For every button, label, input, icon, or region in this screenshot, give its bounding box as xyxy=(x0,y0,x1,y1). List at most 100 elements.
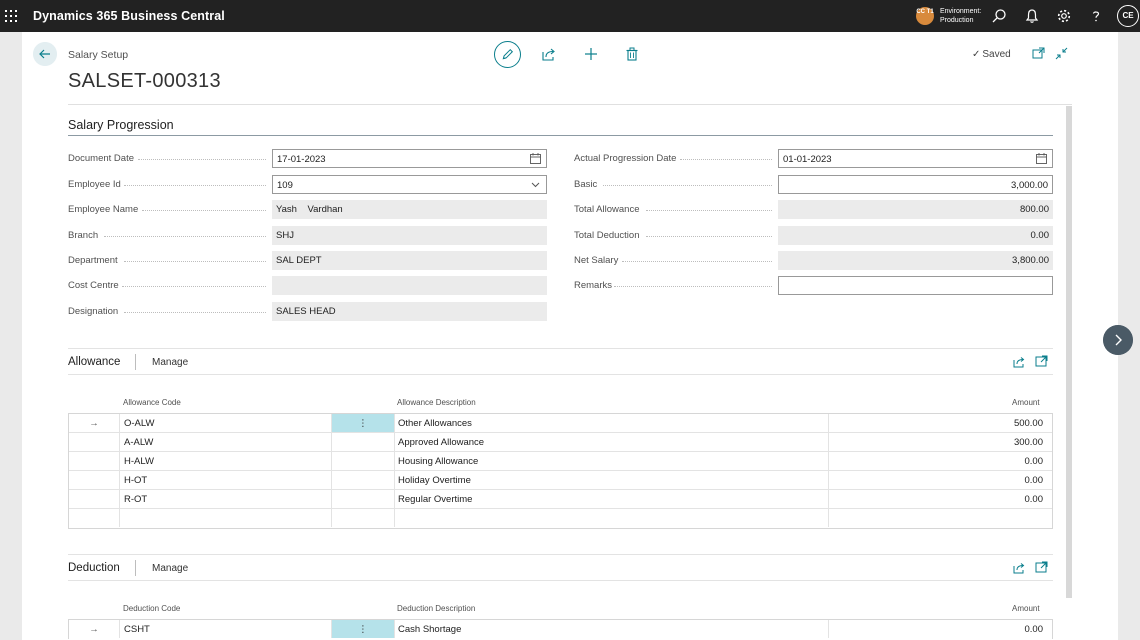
app-title[interactable]: Dynamics 365 Business Central xyxy=(33,9,225,23)
leader-dots xyxy=(124,185,266,186)
allowance-code-cell[interactable]: H-OT xyxy=(120,471,332,489)
trash-icon[interactable] xyxy=(624,46,640,62)
section-title-salary-progression[interactable]: Salary Progression xyxy=(68,118,174,132)
allowance-description-cell[interactable]: Other Allowances xyxy=(395,414,829,432)
vertical-scrollbar[interactable] xyxy=(1066,106,1072,598)
table-row[interactable]: H-OT Holiday Overtime 0.00 xyxy=(69,471,1052,490)
deduction-code-column-header[interactable]: Deduction Code xyxy=(123,604,180,613)
waffle-icon[interactable] xyxy=(5,10,17,22)
amount-cell[interactable]: 0.00 xyxy=(829,620,1052,638)
deduction-manage-button[interactable]: Manage xyxy=(152,563,188,574)
allowance-description-cell[interactable]: Housing Allowance xyxy=(395,452,829,470)
row-menu-button[interactable] xyxy=(332,452,395,470)
allowance-code-cell[interactable]: O-ALW xyxy=(120,414,332,432)
table-row[interactable]: → CSHT ⋮ Cash Shortage 0.00 xyxy=(69,620,1052,639)
row-menu-button[interactable] xyxy=(332,509,395,527)
row-selector[interactable] xyxy=(69,509,120,527)
allowance-description-cell[interactable]: Approved Allowance xyxy=(395,433,829,451)
environment-badge[interactable]: CC T1 xyxy=(916,7,934,25)
row-selector[interactable]: → xyxy=(69,620,120,638)
deduction-description-cell[interactable]: Cash Shortage xyxy=(395,620,829,638)
share-icon[interactable] xyxy=(1013,561,1026,574)
deduction-grid: → CSHT ⋮ Cash Shortage 0.00 xyxy=(68,619,1053,639)
expand-icon[interactable] xyxy=(1035,355,1048,368)
amount-cell[interactable]: 500.00 xyxy=(829,414,1052,432)
calendar-icon[interactable] xyxy=(1036,153,1047,164)
row-menu-button[interactable]: ⋮ xyxy=(332,414,395,432)
deduction-description-column-header[interactable]: Deduction Description xyxy=(397,604,475,613)
allowance-description-cell[interactable] xyxy=(395,509,829,527)
amount-column-header[interactable]: Amount xyxy=(1012,604,1040,613)
avatar[interactable]: CE xyxy=(1117,5,1139,27)
employee-id-value: 109 xyxy=(277,180,293,191)
page-card xyxy=(22,32,1118,640)
allowance-code-cell[interactable] xyxy=(120,509,332,527)
help-icon[interactable] xyxy=(1088,8,1104,24)
gear-icon[interactable] xyxy=(1056,8,1072,24)
table-row[interactable]: → O-ALW ⋮ Other Allowances 500.00 xyxy=(69,414,1052,433)
chevron-right-icon[interactable] xyxy=(1103,325,1133,355)
calendar-icon[interactable] xyxy=(530,153,541,164)
amount-column-header[interactable]: Amount xyxy=(1012,398,1040,407)
table-row[interactable]: A-ALW Approved Allowance 300.00 xyxy=(69,433,1052,452)
table-row-empty[interactable] xyxy=(69,509,1052,528)
amount-cell[interactable]: 0.00 xyxy=(829,452,1052,470)
share-icon[interactable] xyxy=(541,46,557,62)
remarks-field[interactable] xyxy=(778,276,1053,295)
basic-field[interactable]: 3,000.00 xyxy=(778,175,1053,194)
page-title: SALSET-000313 xyxy=(68,70,221,92)
amount-cell[interactable] xyxy=(829,509,1052,527)
collapse-icon[interactable] xyxy=(1055,47,1068,60)
allowance-code-column-header[interactable]: Allowance Code xyxy=(123,398,181,407)
pencil-icon[interactable] xyxy=(494,41,521,68)
allowance-description-cell[interactable]: Holiday Overtime xyxy=(395,471,829,489)
allowance-manage-button[interactable]: Manage xyxy=(152,357,188,368)
row-selector[interactable] xyxy=(69,452,120,470)
deduction-code-cell[interactable]: CSHT xyxy=(120,620,332,638)
open-new-icon[interactable] xyxy=(1032,47,1045,60)
amount-cell[interactable]: 0.00 xyxy=(829,471,1052,489)
leader-dots xyxy=(124,261,266,262)
table-row[interactable]: R-OT Regular Overtime 0.00 xyxy=(69,490,1052,509)
amount-cell[interactable]: 0.00 xyxy=(829,490,1052,508)
row-menu-button[interactable] xyxy=(332,490,395,508)
allowance-description-column-header[interactable]: Allowance Description xyxy=(397,398,476,407)
deduction-subpage-title[interactable]: Deduction xyxy=(68,562,120,574)
actual-progression-date-field[interactable]: 01-01-2023 xyxy=(778,149,1053,168)
environment-label[interactable]: Environment: Production xyxy=(940,7,981,25)
leader-dots xyxy=(104,236,266,237)
amount-cell[interactable]: 300.00 xyxy=(829,433,1052,451)
search-icon[interactable] xyxy=(991,8,1007,24)
plus-icon[interactable] xyxy=(583,46,599,62)
row-menu-button[interactable] xyxy=(332,471,395,489)
share-icon[interactable] xyxy=(1013,355,1026,368)
leader-dots xyxy=(142,210,266,211)
basic-label: Basic xyxy=(574,179,598,190)
expand-icon[interactable] xyxy=(1035,561,1048,574)
row-menu-button[interactable] xyxy=(332,433,395,451)
save-status-label: Saved xyxy=(982,49,1011,60)
employee-name-label: Employee Name xyxy=(68,204,139,215)
allowance-code-cell[interactable]: R-OT xyxy=(120,490,332,508)
allowance-description-cell[interactable]: Regular Overtime xyxy=(395,490,829,508)
row-selector[interactable] xyxy=(69,433,120,451)
row-menu-button[interactable]: ⋮ xyxy=(332,620,395,638)
allowance-code-cell[interactable]: H-ALW xyxy=(120,452,332,470)
leader-dots xyxy=(124,312,266,313)
row-selector[interactable] xyxy=(69,490,120,508)
employee-name-field: Yash Vardhan xyxy=(272,200,547,219)
document-date-label: Document Date xyxy=(68,153,135,164)
row-selector[interactable]: → xyxy=(69,414,120,432)
designation-label: Designation xyxy=(68,306,119,317)
document-date-field[interactable]: 17-01-2023 xyxy=(272,149,547,168)
allowance-code-cell[interactable]: A-ALW xyxy=(120,433,332,451)
back-arrow-icon[interactable] xyxy=(33,42,57,66)
environment-line-1: Environment: xyxy=(940,8,982,15)
leader-dots xyxy=(646,210,772,211)
chevron-down-icon[interactable] xyxy=(530,179,541,190)
allowance-subpage-title[interactable]: Allowance xyxy=(68,356,120,368)
table-row[interactable]: H-ALW Housing Allowance 0.00 xyxy=(69,452,1052,471)
row-selector[interactable] xyxy=(69,471,120,489)
bell-icon[interactable] xyxy=(1024,8,1040,24)
employee-id-field[interactable]: 109 xyxy=(272,175,547,194)
